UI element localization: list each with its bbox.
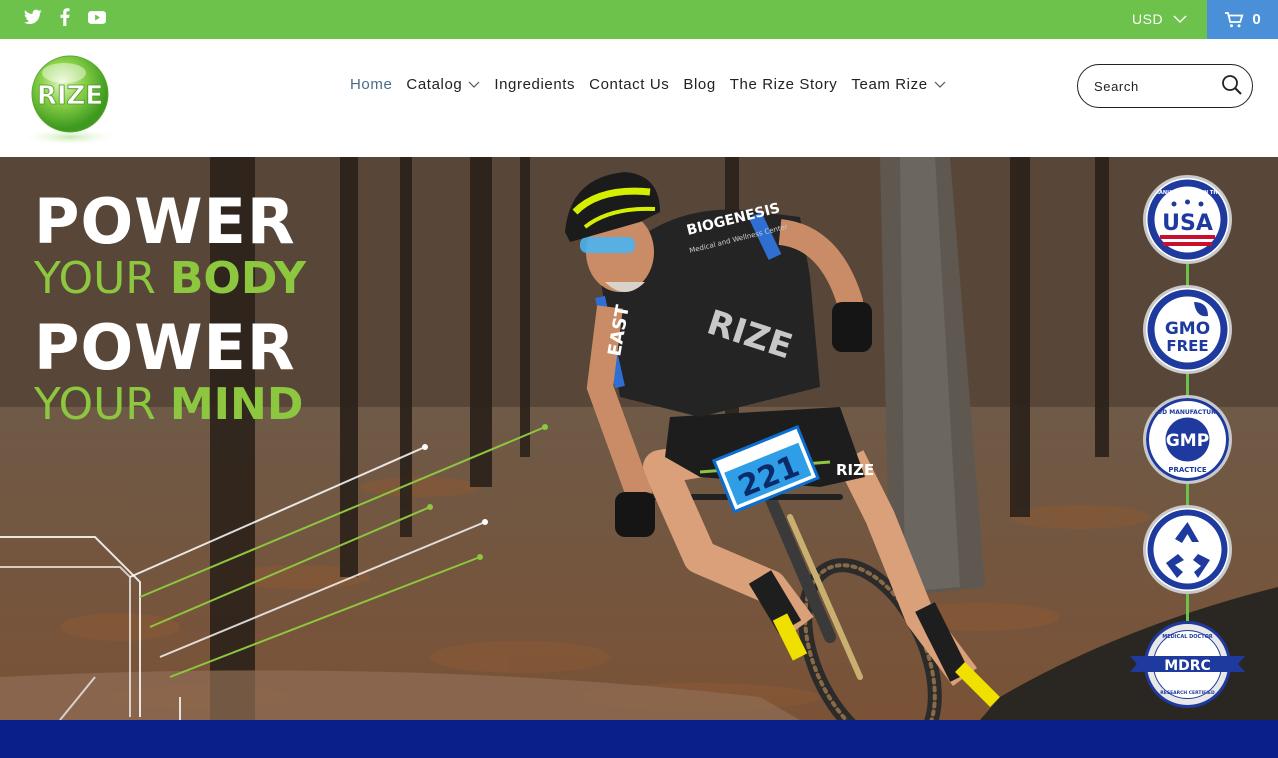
nav-label: Contact Us <box>589 76 670 93</box>
nav-label: Home <box>350 76 393 93</box>
svg-text:MDRC: MDRC <box>1164 658 1211 674</box>
chevron-down-icon <box>468 81 480 88</box>
nav-item-team-rize[interactable]: Team Rize <box>851 76 946 93</box>
currency-selector[interactable]: USD <box>1132 11 1187 27</box>
svg-text:FREE: FREE <box>1166 337 1208 355</box>
headline-line-2: YOUR BODY <box>34 257 306 317</box>
headline-line-3: POWER <box>34 311 296 384</box>
svg-text:MEDICAL DOCTOR: MEDICAL DOCTOR <box>1162 634 1213 640</box>
headline-line-1: POWER <box>34 185 296 258</box>
svg-text:USA: USA <box>1162 211 1213 236</box>
nav-label: Catalog <box>406 76 463 93</box>
headline-body: BODY <box>169 253 306 304</box>
search-input[interactable] <box>1092 76 1212 96</box>
recycle-badge <box>1143 505 1232 594</box>
headline-line-4: YOUR MIND <box>34 383 306 443</box>
top-bar: USD 0 <box>0 0 1278 39</box>
headline-mind: MIND <box>169 379 304 430</box>
gmp-badge: GOOD MANUFACTURING GMP PRACTICE <box>1143 395 1232 484</box>
svg-text:RIZE: RIZE <box>37 81 103 111</box>
nav-label: Ingredients <box>494 76 576 93</box>
nav-label: Team Rize <box>851 76 928 93</box>
twitter-icon[interactable] <box>24 8 42 26</box>
cart-icon <box>1225 11 1244 27</box>
social-links <box>24 8 106 26</box>
nav-item-contact-us[interactable]: Contact Us <box>589 76 669 93</box>
hero-headline: POWER YOUR BODY POWER YOUR MIND <box>34 191 306 443</box>
svg-text:GMP: GMP <box>1166 431 1209 451</box>
usa-badge: MANUFACTURED IN THE USA <box>1143 175 1232 264</box>
chevron-down-icon <box>1173 15 1187 23</box>
site-header: RIZE Home Catalog Ingredients Contact Us… <box>0 39 1278 157</box>
svg-text:GOOD MANUFACTURING: GOOD MANUFACTURING <box>1147 409 1228 416</box>
nav-item-rize-story[interactable]: The Rize Story <box>730 76 838 93</box>
certification-badges: MANUFACTURED IN THE USA GMO FREE GOOD MA… <box>1130 175 1245 715</box>
svg-text:MANUFACTURED IN THE: MANUFACTURED IN THE <box>1154 190 1221 196</box>
nav-label: The Rize Story <box>729 76 838 93</box>
nav-label: Blog <box>683 76 716 93</box>
nav-item-catalog[interactable]: Catalog <box>406 76 480 93</box>
mdrc-badge: MEDICAL DOCTOR MDRC RESEARCH CERTIFIED <box>1128 620 1247 709</box>
currency-label: USD <box>1132 11 1164 27</box>
headline-your: YOUR <box>34 253 170 304</box>
bottom-color-strip <box>0 720 1278 758</box>
search-icon <box>1222 75 1242 95</box>
hero-banner[interactable]: 221 BIOGENESIS Medical and Wellness Cent… <box>0 157 1278 720</box>
main-nav: Home Catalog Ingredients Contact Us Blog… <box>350 76 960 93</box>
rize-logo[interactable]: RIZE <box>18 49 122 149</box>
chevron-down-icon <box>934 81 946 88</box>
search-button[interactable] <box>1221 74 1245 98</box>
gmo-free-badge: GMO FREE <box>1143 285 1232 374</box>
search-box <box>1077 64 1253 108</box>
svg-text:GMO: GMO <box>1165 319 1210 339</box>
svg-text:RESEARCH CERTIFIED: RESEARCH CERTIFIED <box>1160 690 1215 696</box>
facebook-icon[interactable] <box>56 8 74 26</box>
cart-button[interactable]: 0 <box>1207 0 1278 39</box>
nav-item-ingredients[interactable]: Ingredients <box>494 76 575 93</box>
cart-count: 0 <box>1252 11 1261 28</box>
nav-item-blog[interactable]: Blog <box>683 76 715 93</box>
nav-item-home[interactable]: Home <box>350 76 392 93</box>
youtube-icon[interactable] <box>88 8 106 26</box>
headline-your: YOUR <box>34 379 170 430</box>
shorts-text: RIZE <box>836 461 874 479</box>
recycle-icon <box>1147 509 1228 590</box>
svg-text:PRACTICE: PRACTICE <box>1168 466 1207 474</box>
